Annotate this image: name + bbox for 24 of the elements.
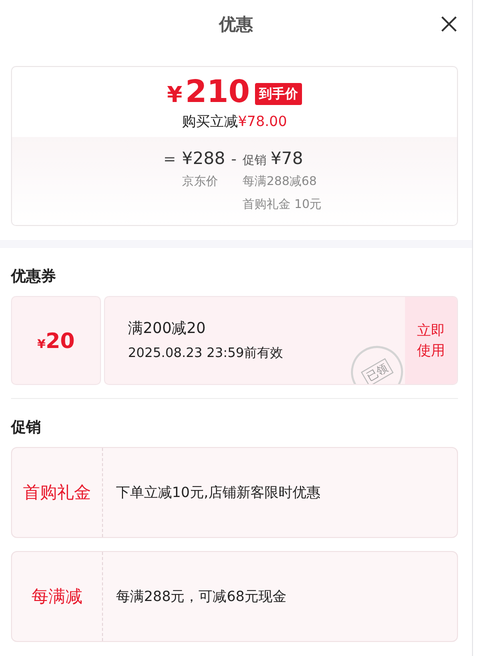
coupon-amount: ¥20 xyxy=(37,328,75,352)
section-heading: 促销 xyxy=(11,417,42,438)
close-icon xyxy=(441,16,457,32)
final-price: ¥210 xyxy=(166,75,250,112)
base-price-label: 京东价 xyxy=(182,173,219,190)
discount-item: 每满288减68 xyxy=(242,173,318,190)
promotion-description: 下单立减10元,店铺新客限时优惠 xyxy=(115,484,320,502)
coupon-validity: 2025.08.23 23:59前有效 xyxy=(128,345,284,362)
promotion-label: 每满减 xyxy=(12,552,103,641)
promotion-description: 每满288元，可减68元现金 xyxy=(115,588,287,606)
dialog-title: 优惠 xyxy=(219,14,253,36)
discount-label: 促销 xyxy=(242,152,267,169)
use-now-button[interactable]: 立即使用 xyxy=(405,297,457,384)
price-tag: 到手价 xyxy=(255,83,302,105)
close-button[interactable] xyxy=(440,15,458,33)
discount-amount: ¥78 xyxy=(270,149,304,169)
coupon-condition: 满200减20 xyxy=(128,319,207,338)
base-price: ¥288 xyxy=(182,149,226,169)
equals-sign: = xyxy=(163,150,176,168)
saving-text: 购买立减¥78.00 xyxy=(182,113,287,131)
minus-sign: - xyxy=(231,150,237,168)
discount-item: 首购礼金 10元 xyxy=(242,196,322,213)
promotion-label: 首购礼金 xyxy=(12,448,103,537)
section-heading: 优惠券 xyxy=(11,266,57,287)
